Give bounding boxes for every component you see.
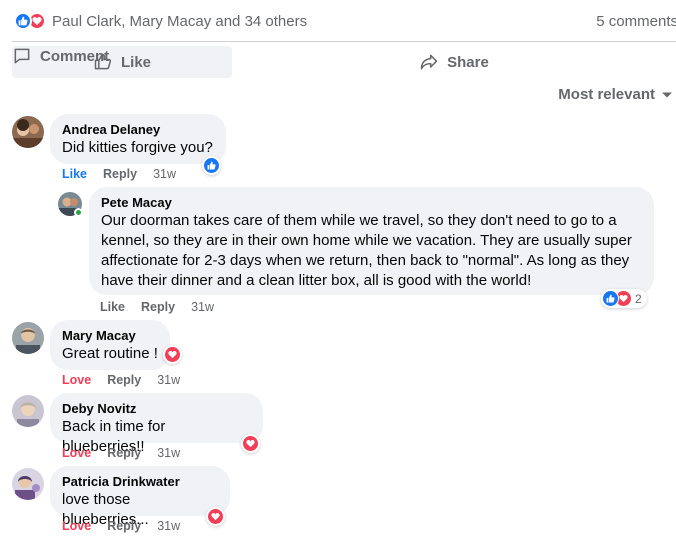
comment-label: Comment — [40, 47, 110, 65]
comment-reply-link[interactable]: Reply — [107, 446, 141, 460]
comment-timestamp[interactable]: 31w — [157, 519, 180, 533]
like-icon — [14, 12, 32, 30]
comment-author[interactable]: Patricia Drinkwater — [62, 474, 218, 490]
like-label: Like — [120, 53, 151, 71]
share-button[interactable]: Share — [232, 46, 676, 78]
comment-author[interactable]: Mary Macay — [62, 328, 158, 344]
comment-bubble: Andrea Delaney Did kitties forgive you? — [50, 114, 226, 164]
reactors-names[interactable]: Paul Clark, Mary Macay and 34 others — [52, 13, 307, 30]
comment-meta: Love Reply 31w — [62, 446, 180, 460]
comment-reply-link[interactable]: Reply — [107, 519, 141, 533]
comment-meta: Like Reply 31w — [62, 167, 176, 181]
comment-meta: Like Reply 31w — [100, 300, 214, 314]
like-icon — [203, 157, 220, 174]
comment-bubble: Deby Novitz Back in time for blueberries… — [50, 393, 263, 455]
comment-icon — [14, 48, 30, 64]
comment-reply-link[interactable]: Reply — [107, 373, 141, 387]
sort-dropdown[interactable]: Most relevant — [558, 86, 673, 103]
comment-bubble: Patricia Drinkwater love those blueberri… — [50, 466, 230, 528]
comment-reply-link[interactable]: Reply — [141, 300, 175, 314]
comment-like-link[interactable]: Like — [100, 300, 125, 314]
comment-author[interactable]: Andrea Delaney — [62, 122, 214, 138]
comment-reaction[interactable] — [202, 156, 221, 175]
avatar[interactable] — [12, 395, 44, 427]
comment-bubble: Pete Macay Our doorman takes care of the… — [89, 187, 654, 295]
share-icon — [420, 54, 438, 70]
sort-label: Most relevant — [558, 86, 655, 103]
comment-bubble: Mary Macay Great routine ! — [50, 320, 170, 370]
comment-reaction[interactable] — [206, 507, 225, 526]
comment-text: Did kitties forgive you? — [62, 139, 213, 156]
avatar[interactable] — [12, 116, 44, 148]
comment-love-link[interactable]: Love — [62, 446, 91, 460]
comments-count[interactable]: 5 comments — [596, 13, 676, 30]
comment-like-link[interactable]: Like — [62, 167, 87, 181]
comment-timestamp[interactable]: 31w — [157, 373, 180, 387]
chevron-down-icon — [662, 92, 672, 97]
heart-icon — [164, 346, 181, 363]
comment-love-link[interactable]: Love — [62, 519, 91, 533]
online-status-dot — [74, 208, 83, 217]
comment-text: Our doorman takes care of them while we … — [101, 212, 632, 289]
comment-reaction[interactable] — [241, 434, 260, 453]
comment-love-link[interactable]: Love — [62, 373, 91, 387]
comment-timestamp[interactable]: 31w — [153, 167, 176, 181]
comment-author[interactable]: Pete Macay — [101, 195, 642, 211]
like-icon — [602, 290, 619, 307]
comment-timestamp[interactable]: 31w — [191, 300, 214, 314]
comment-author[interactable]: Deby Novitz — [62, 401, 251, 417]
heart-icon — [207, 508, 224, 525]
comment-meta: Love Reply 31w — [62, 373, 180, 387]
comment-timestamp[interactable]: 31w — [157, 446, 180, 460]
share-label: Share — [447, 53, 489, 71]
comment-reaction[interactable]: 2 — [601, 289, 647, 308]
comment-button[interactable]: Comment — [12, 46, 109, 66]
heart-icon — [242, 435, 259, 452]
avatar[interactable] — [12, 468, 44, 500]
action-bar: Like Comment Share — [12, 46, 676, 78]
comment-meta: Love Reply 31w — [62, 519, 180, 533]
comment-text: Great routine ! — [62, 345, 158, 362]
divider — [12, 41, 676, 42]
comment-reply-link[interactable]: Reply — [103, 167, 137, 181]
reaction-icons[interactable] — [14, 12, 46, 30]
comment-reaction[interactable] — [163, 345, 182, 364]
reaction-count: 2 — [635, 291, 642, 306]
reactions-summary[interactable]: Paul Clark, Mary Macay and 34 others 5 c… — [14, 9, 676, 33]
avatar[interactable] — [12, 322, 44, 354]
